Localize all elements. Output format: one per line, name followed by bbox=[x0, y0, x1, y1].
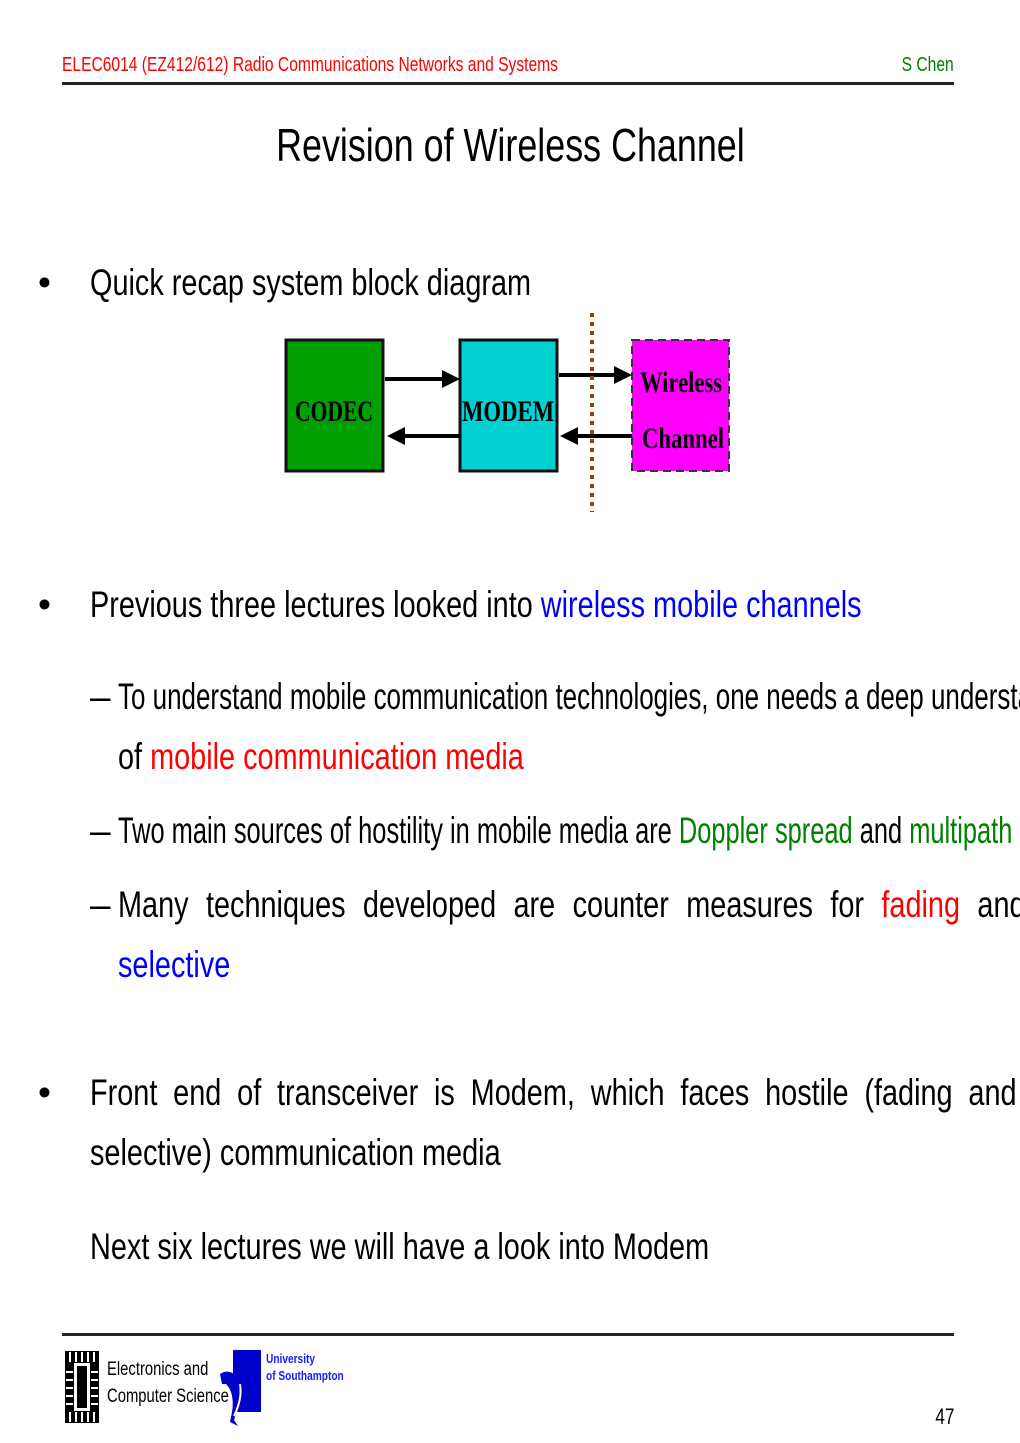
bullet-2-prefix: Previous three lectures looked into bbox=[90, 584, 541, 625]
sub-bullet-3-and: and bbox=[977, 884, 1020, 925]
dept-line-1: Electronics and bbox=[107, 1359, 209, 1380]
highlight-doppler-spread: Doppler spread bbox=[678, 810, 853, 851]
bullet-1: • bbox=[38, 262, 51, 304]
bullet-3: • bbox=[38, 1072, 51, 1114]
wireless-channel-block: Wireless Channel bbox=[631, 339, 730, 472]
sub-bullet-1-line1: To understand mobile communication techn… bbox=[118, 676, 1020, 717]
bullet-2: • bbox=[38, 584, 51, 626]
system-block-diagram: CODEC MODEM Wireless Channel bbox=[284, 313, 730, 512]
southampton-dolphin-logo bbox=[220, 1350, 261, 1426]
bullet-2-text: Previous three lectures looked into wire… bbox=[90, 584, 862, 626]
sub-bullet-2-prefix: Two main sources of hostility in mobile … bbox=[118, 810, 679, 851]
ecs-department-name: Electronics and Computer Science bbox=[107, 1356, 229, 1410]
wireless-label: Wireless bbox=[640, 366, 722, 399]
ecs-chip-logo bbox=[65, 1351, 99, 1423]
sub-bullet-3-line1: Many techniques developed are counter me… bbox=[118, 884, 1020, 926]
arrow-modem-to-channel bbox=[559, 366, 632, 384]
sub-bullet-2: Two main sources of hostility in mobile … bbox=[118, 810, 1012, 852]
highlight-mobile-communication-media: mobile communication media bbox=[150, 736, 524, 777]
bullet-dot: • bbox=[38, 584, 51, 625]
highlight-multipath: multipath bbox=[909, 810, 1013, 851]
bullet-3-line2: selective) communication media bbox=[90, 1132, 501, 1173]
codec-block: CODEC bbox=[284, 338, 385, 473]
dept-line-2: Computer Science bbox=[107, 1386, 229, 1407]
sub-bullet-3-prefix: Many techniques developed are counter me… bbox=[118, 884, 882, 925]
sub-bullet-dash: – bbox=[90, 676, 111, 717]
uni-line-2: of Southampton bbox=[266, 1368, 344, 1383]
bullet-3-followup: Next six lectures we will have a look in… bbox=[90, 1226, 710, 1267]
highlight-wireless-mobile-channels: wireless mobile channels bbox=[540, 584, 862, 625]
arrow-codec-to-modem bbox=[385, 370, 460, 388]
arrow-modem-to-codec bbox=[387, 427, 460, 445]
author-header: S Chen bbox=[901, 54, 954, 76]
modem-label: MODEM bbox=[462, 395, 554, 428]
header-divider bbox=[62, 82, 954, 85]
arrow-channel-to-modem bbox=[560, 427, 632, 445]
highlight-selective: selective bbox=[118, 944, 231, 985]
bullet-dot: • bbox=[38, 262, 51, 303]
bullet-dot: • bbox=[38, 1072, 51, 1113]
sub-bullet-1-prefix: of bbox=[118, 736, 151, 777]
bullet-1-text: Quick recap system block diagram bbox=[90, 262, 532, 303]
footer-divider bbox=[62, 1333, 954, 1336]
bullet-3-line1: Front end of transceiver is Modem, which… bbox=[90, 1072, 1020, 1113]
channel-label: Channel bbox=[642, 422, 724, 455]
highlight-fading: fading bbox=[881, 884, 961, 925]
sub-bullet-2-and: and bbox=[852, 810, 910, 851]
sub-bullet-dash: – bbox=[90, 884, 111, 925]
sub-bullet-1-line2: of mobile communication media bbox=[118, 736, 524, 778]
sub-bullet-dash: – bbox=[90, 810, 111, 851]
codec-label: CODEC bbox=[295, 395, 373, 428]
uni-line-1: University bbox=[266, 1351, 316, 1366]
slide-title: Revision of Wireless Channel bbox=[0, 118, 1020, 172]
course-header: ELEC6014 (EZ412/612) Radio Communication… bbox=[62, 54, 558, 76]
page-number: 47 bbox=[934, 1404, 954, 1429]
modem-block: MODEM bbox=[458, 338, 559, 473]
southampton-name: University of Southampton bbox=[266, 1350, 344, 1384]
slide-title-text: Revision of Wireless Channel bbox=[275, 119, 745, 171]
